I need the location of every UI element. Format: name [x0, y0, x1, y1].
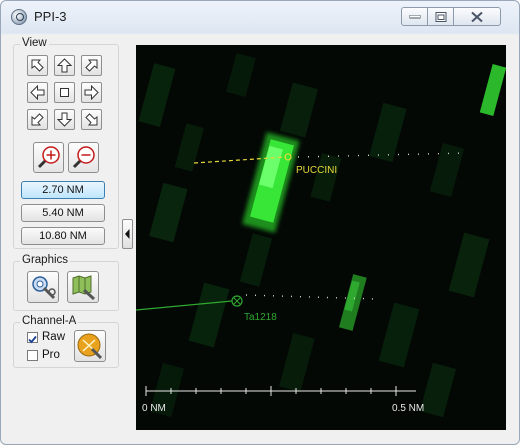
channel-settings-button[interactable] [74, 330, 106, 362]
arrow-down-right-icon [85, 113, 98, 126]
track-label-puccini: PUCCINI [296, 165, 337, 176]
zoom-out-button[interactable] [68, 142, 99, 173]
arrow-down-left-icon [31, 113, 44, 126]
pan-down-left-button[interactable] [27, 109, 48, 130]
pan-right-button[interactable] [81, 82, 102, 103]
pro-checkbox[interactable] [27, 350, 38, 361]
graphics-map-tools-button[interactable] [67, 271, 99, 303]
zoom-in-icon [37, 146, 60, 169]
checkmark-icon [28, 335, 37, 344]
echo-top-right [479, 64, 506, 116]
arrow-left-icon [30, 85, 45, 100]
scale-start-label: 0 NM [142, 403, 166, 414]
close-icon [471, 11, 483, 22]
range-2-70-button[interactable]: 2.70 NM [21, 181, 105, 199]
client-area: View 2.70 NM 5.40 NM 10.80 NM Graphics C… [9, 34, 511, 439]
channel-group-label: Channel-A [20, 315, 79, 327]
scale-bar: 0 NM 0.5 NM [142, 386, 424, 414]
pan-down-button[interactable] [54, 109, 75, 130]
control-panel: View 2.70 NM 5.40 NM 10.80 NM Graphics C… [9, 34, 125, 439]
pro-label: Pro [42, 349, 60, 361]
arrow-up-left-icon [31, 59, 44, 72]
channel-settings-icon [77, 333, 103, 360]
center-icon [60, 88, 69, 97]
pan-up-right-button[interactable] [81, 55, 102, 76]
pan-up-button[interactable] [54, 55, 75, 76]
pan-up-left-button[interactable] [27, 55, 48, 76]
pan-down-right-button[interactable] [81, 109, 102, 130]
zoom-in-button[interactable] [33, 142, 64, 173]
minimize-icon [409, 14, 420, 18]
clutter-layer [138, 53, 490, 418]
zoom-out-icon [72, 146, 95, 169]
magnifier-icon [11, 9, 27, 25]
ppi-window: PPI-3 View 2.70 NM 5.40 NM 10.80 NM Grap… [0, 0, 520, 445]
pan-center-button[interactable] [54, 82, 75, 103]
graphics-settings-button[interactable] [27, 271, 59, 303]
chevron-left-icon [125, 229, 130, 239]
scale-end-label: 0.5 NM [392, 403, 424, 414]
view-group-label: View [20, 37, 49, 49]
maximize-button[interactable] [427, 7, 454, 26]
graphics-settings-icon [32, 276, 56, 300]
pan-left-button[interactable] [27, 82, 48, 103]
maximize-icon [435, 11, 446, 22]
range-10-80-button[interactable]: 10.80 NM [21, 227, 105, 245]
echo-puccini [242, 132, 300, 233]
track-ta1218: Ta1218 [136, 294, 377, 323]
echo-lower-right [338, 274, 367, 331]
close-button[interactable] [453, 7, 501, 26]
graphics-map-tools-icon [72, 275, 96, 301]
raw-label: Raw [42, 331, 66, 343]
minimize-button[interactable] [401, 7, 428, 26]
arrow-up-icon [57, 58, 72, 73]
arrow-up-right-icon [85, 59, 98, 72]
track-label-ta1218: Ta1218 [244, 312, 277, 323]
title-bar[interactable]: PPI-3 [1, 1, 519, 33]
collapse-panel-button[interactable] [122, 219, 133, 249]
range-5-40-button[interactable]: 5.40 NM [21, 204, 105, 222]
arrow-down-icon [57, 112, 72, 127]
window-title: PPI-3 [34, 9, 67, 24]
raw-checkbox[interactable] [27, 332, 38, 344]
radar-display[interactable]: PUCCINI Ta1218 0 NM 0.5 NM [136, 45, 506, 430]
graphics-group-label: Graphics [20, 254, 71, 266]
arrow-right-icon [84, 85, 99, 100]
